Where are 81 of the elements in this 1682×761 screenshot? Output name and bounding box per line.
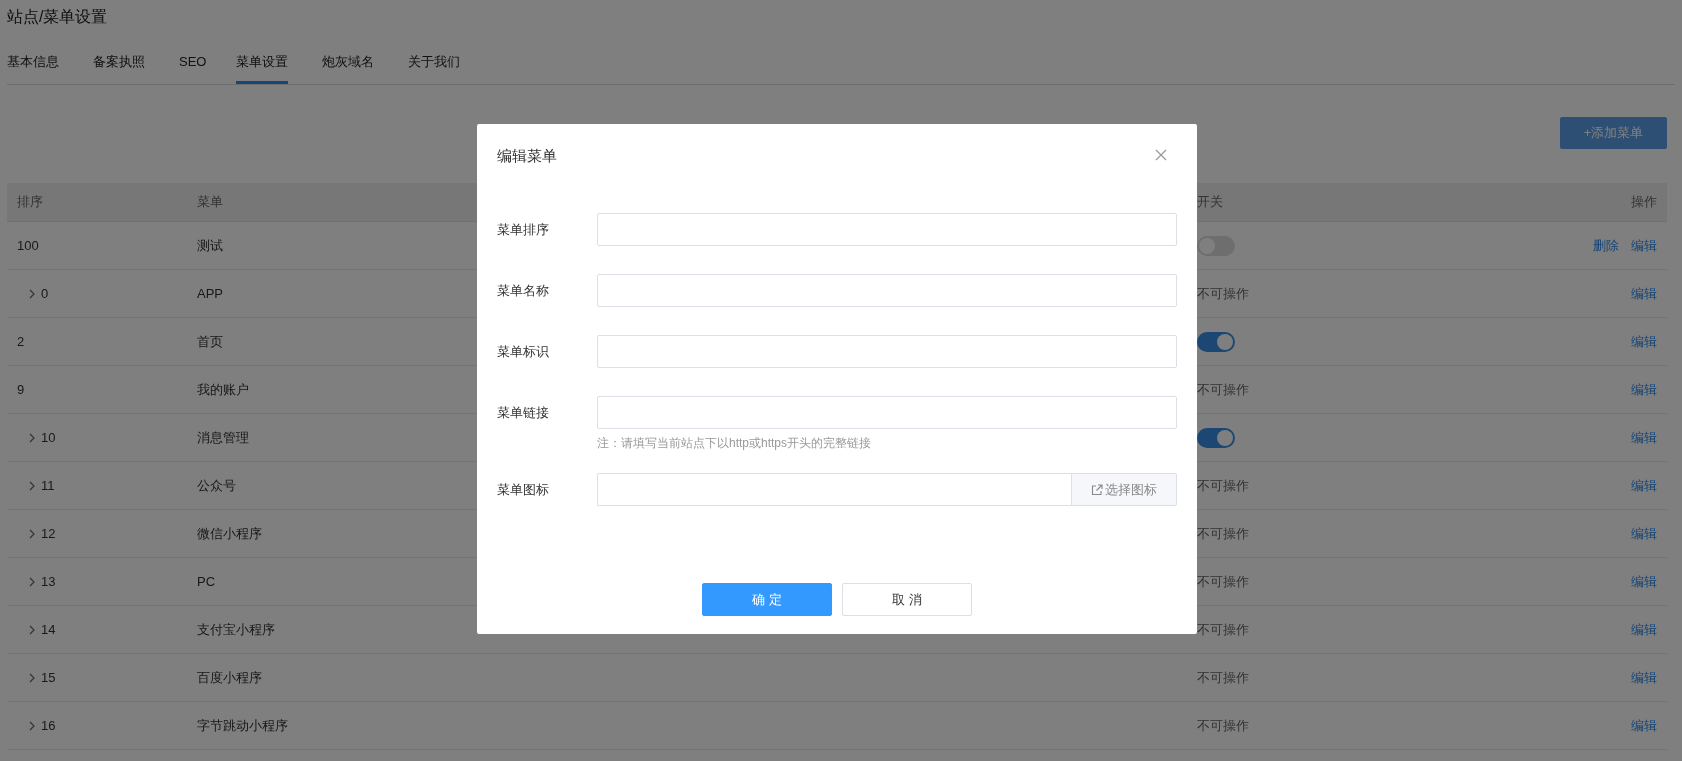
- status-text: 不可操作: [1197, 620, 1249, 639]
- action-link[interactable]: 编辑: [1631, 380, 1657, 399]
- column-header: 开关: [1197, 193, 1223, 211]
- field-label: 菜单标识: [497, 342, 550, 361]
- menu-name-cell: 百度小程序: [197, 668, 262, 687]
- action-link[interactable]: 编辑: [1631, 236, 1657, 255]
- order-cell: 11: [41, 478, 55, 493]
- menu-name-cell: 支付宝小程序: [197, 620, 275, 639]
- confirm-button[interactable]: 确 定: [702, 583, 832, 616]
- input-field[interactable]: [597, 473, 1071, 506]
- external-link-icon: [1091, 483, 1103, 496]
- chevron-right-icon[interactable]: [29, 720, 35, 731]
- hint-text: 注：请填写当前站点下以http或https开头的完整链接: [597, 435, 873, 451]
- order-cell: 15: [41, 670, 56, 685]
- toggle-switch[interactable]: [1197, 331, 1235, 352]
- status-text: 不可操作: [1197, 380, 1249, 399]
- action-link[interactable]: 编辑: [1631, 524, 1657, 543]
- tab[interactable]: 备案执照: [93, 52, 145, 84]
- menu-name-cell: 字节跳动小程序: [197, 716, 288, 735]
- menu-name-cell: 微信小程序: [197, 524, 262, 543]
- order-cell: 10: [41, 430, 56, 445]
- toggle-switch[interactable]: [1197, 235, 1235, 256]
- menu-name-cell: 首页: [197, 332, 223, 351]
- action-link[interactable]: 删除: [1593, 236, 1619, 255]
- field-label: 菜单名称: [497, 281, 550, 300]
- column-header: 排序: [17, 193, 43, 211]
- tab[interactable]: 关于我们: [408, 52, 461, 84]
- order-cell: 12: [41, 526, 56, 541]
- menu-name-cell: 测试: [197, 236, 223, 255]
- tab[interactable]: 菜单设置: [236, 52, 289, 84]
- add-menu-button[interactable]: +添加菜单: [1560, 117, 1667, 149]
- status-text: 不可操作: [1197, 572, 1249, 591]
- chevron-right-icon[interactable]: [29, 432, 35, 443]
- chevron-right-icon[interactable]: [29, 480, 35, 491]
- input-field[interactable]: [597, 335, 1177, 368]
- menu-name-cell: APP: [197, 286, 223, 301]
- field-label: 菜单链接: [497, 403, 550, 422]
- order-cell: 16: [41, 718, 56, 733]
- order-cell: 9: [17, 382, 25, 397]
- chevron-right-icon[interactable]: [29, 528, 35, 539]
- input-field[interactable]: [597, 396, 1177, 429]
- tab[interactable]: SEO: [179, 52, 207, 84]
- status-text: 不可操作: [1197, 716, 1249, 735]
- order-cell: 2: [17, 334, 25, 349]
- cancel-button[interactable]: 取 消: [842, 583, 972, 616]
- action-link[interactable]: 编辑: [1631, 428, 1657, 447]
- input-field[interactable]: [597, 274, 1177, 307]
- action-link[interactable]: 编辑: [1631, 284, 1657, 303]
- choose-icon-button[interactable]: 选择图标: [1071, 473, 1177, 506]
- menu-name-cell: 我的账户: [197, 380, 249, 399]
- field-label: 菜单图标: [497, 480, 550, 499]
- order-cell: 13: [41, 574, 56, 589]
- status-text: 不可操作: [1197, 524, 1249, 543]
- tab[interactable]: 基本信息: [7, 52, 59, 84]
- column-header: 操作: [1631, 193, 1657, 211]
- column-header: 菜单: [197, 193, 223, 211]
- action-link[interactable]: 编辑: [1631, 476, 1657, 495]
- order-cell: 0: [41, 286, 49, 301]
- action-link[interactable]: 编辑: [1631, 620, 1657, 639]
- action-link[interactable]: 编辑: [1631, 572, 1657, 591]
- page-title: 站点/菜单设置: [7, 7, 109, 27]
- action-link[interactable]: 编辑: [1631, 668, 1657, 687]
- input-field[interactable]: [597, 213, 1177, 246]
- toggle-switch[interactable]: [1197, 427, 1235, 448]
- action-link[interactable]: 编辑: [1631, 332, 1657, 351]
- order-cell: 100: [17, 238, 39, 253]
- chevron-right-icon[interactable]: [29, 576, 35, 587]
- chevron-right-icon[interactable]: [29, 288, 35, 299]
- menu-name-cell: PC: [197, 574, 216, 589]
- action-link[interactable]: 编辑: [1631, 716, 1657, 735]
- status-text: 不可操作: [1197, 476, 1249, 495]
- status-text: 不可操作: [1197, 668, 1249, 687]
- order-cell: 14: [41, 622, 56, 637]
- menu-name-cell: 公众号: [197, 476, 236, 495]
- chevron-right-icon[interactable]: [29, 672, 35, 683]
- field-label: 菜单排序: [497, 220, 550, 239]
- chevron-right-icon[interactable]: [29, 624, 35, 635]
- dialog-title: 编辑菜单: [497, 146, 557, 166]
- status-text: 不可操作: [1197, 284, 1249, 303]
- menu-name-cell: 消息管理: [197, 428, 249, 447]
- tab[interactable]: 炮灰域名: [322, 52, 375, 84]
